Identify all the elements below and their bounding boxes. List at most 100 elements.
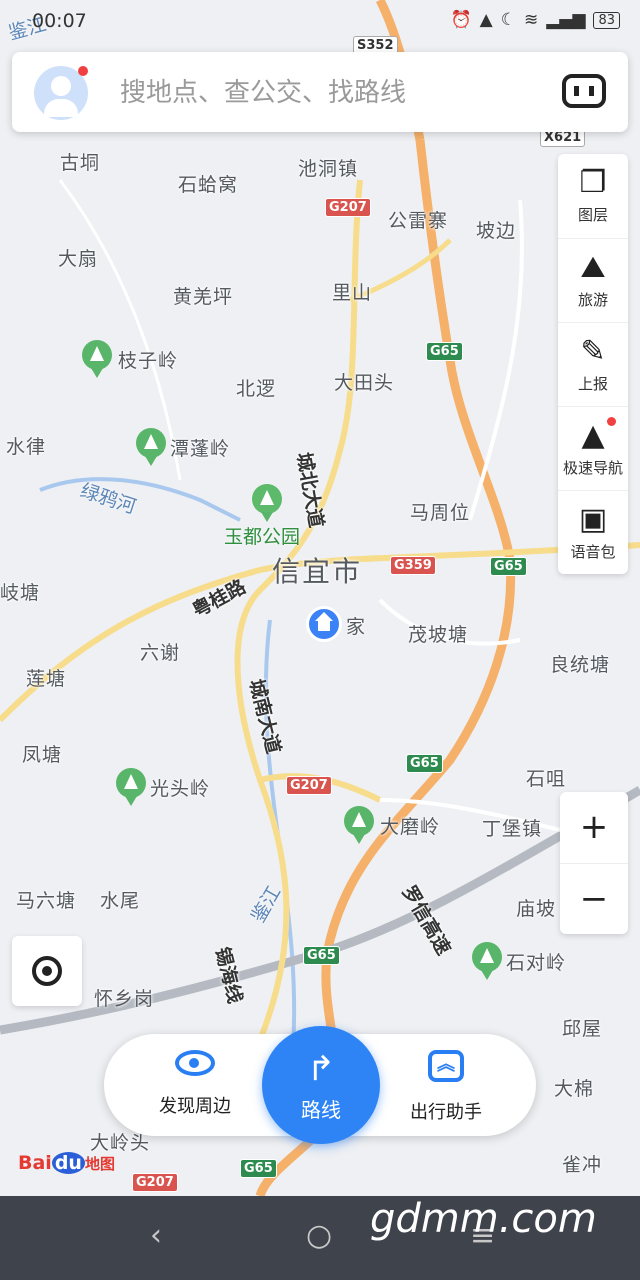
place-label[interactable]: 大棉 [554, 1074, 594, 1101]
place-label[interactable]: 石对岭 [506, 948, 566, 975]
notification-dot-icon [607, 417, 616, 426]
search-bar[interactable] [12, 52, 628, 132]
place-label[interactable]: 大田头 [334, 368, 394, 395]
home-icon[interactable]: ○ [306, 1218, 332, 1253]
logo-du: du [51, 1152, 85, 1174]
place-label[interactable]: 雀冲 [562, 1150, 602, 1177]
place-label[interactable]: 石蛤窝 [178, 170, 238, 197]
place-label[interactable]: 莲塘 [26, 664, 66, 691]
layers-icon: ❐ [579, 165, 607, 200]
logo-map: 地图 [84, 1155, 115, 1173]
road-shield: G65 [240, 1159, 277, 1178]
city-label[interactable]: 信宜市 [272, 550, 362, 590]
home-marker-icon[interactable] [306, 606, 342, 642]
poi-marker-icon[interactable] [82, 340, 112, 378]
search-input[interactable] [118, 70, 542, 116]
travel-assistant-button[interactable]: ︽ 出行助手 [396, 1050, 496, 1123]
status-bar: 00:07 ⏰ ▲ ☾ ≋ ▂▄▆ 83 [0, 0, 640, 44]
report-button[interactable]: ✎ 上报 [558, 322, 628, 407]
zoom-control: + − [560, 792, 628, 934]
place-label[interactable]: 凤塘 [22, 740, 62, 767]
road-shield: G65 [303, 946, 340, 965]
road-shield: G207 [325, 198, 371, 217]
poi-marker-icon[interactable] [116, 768, 146, 806]
alarm-icon: ⏰ [450, 10, 472, 30]
back-icon[interactable]: ‹ [150, 1218, 162, 1253]
place-label[interactable]: 邱屋 [562, 1014, 602, 1041]
zoom-in-button[interactable]: + [560, 792, 628, 862]
edit-icon: ✎ [580, 334, 606, 369]
notification-dot-icon [78, 66, 88, 76]
place-label[interactable]: 坡边 [476, 216, 516, 243]
place-label[interactable]: 茂坡塘 [408, 620, 468, 647]
discover-nearby-button[interactable]: 发现周边 [140, 1050, 250, 1122]
place-label[interactable]: 水尾 [100, 886, 140, 913]
voice-pack-label: 语音包 [570, 543, 616, 561]
voice-pack-icon: ▣ [578, 502, 608, 537]
logo-bai: Bai [18, 1152, 52, 1174]
place-label[interactable]: 怀乡岗 [94, 984, 154, 1011]
place-label[interactable]: 石咀 [526, 764, 566, 791]
poi-marker-icon[interactable] [472, 942, 502, 980]
watermark: gdmm.com [370, 1196, 597, 1242]
place-label[interactable]: 里山 [332, 278, 372, 305]
place-label[interactable]: 池洞镇 [298, 154, 358, 181]
road-shield: G65 [426, 342, 463, 361]
place-label[interactable]: 潭蓬岭 [170, 434, 230, 461]
locate-me-button[interactable] [12, 936, 82, 1006]
layers-button[interactable]: ❐ 图层 [558, 154, 628, 238]
place-label[interactable]: 大磨岭 [380, 812, 440, 839]
road-shield: G359 [390, 556, 436, 575]
place-label[interactable]: 水律 [6, 432, 46, 459]
signal-icon: ▂▄▆ [546, 10, 586, 30]
home-label[interactable]: 家 [346, 612, 366, 639]
poi-marker-icon[interactable] [344, 806, 374, 844]
travel-assistant-label: 出行助手 [410, 1102, 482, 1123]
place-label[interactable]: 马六塘 [16, 886, 76, 913]
voice-search-icon[interactable] [562, 74, 606, 108]
navigation-icon: ▲ [479, 10, 493, 30]
travel-label: 旅游 [577, 291, 608, 309]
place-label[interactable]: 良统塘 [550, 650, 610, 677]
zoom-out-button[interactable]: − [560, 863, 628, 934]
place-label[interactable]: 古垌 [60, 148, 100, 175]
place-label[interactable]: 北逻 [236, 374, 276, 401]
road-shield: G207 [132, 1173, 178, 1192]
place-label[interactable]: 马周位 [410, 498, 470, 525]
turn-right-icon: ↱ [306, 1049, 336, 1089]
map-canvas[interactable]: S352 G207 G65 G359 G65 G207 G65 G65 G207… [0, 0, 640, 1198]
park-marker-icon[interactable] [252, 484, 282, 522]
place-label[interactable]: 丁堡镇 [482, 814, 542, 841]
place-label[interactable]: 枝子岭 [118, 346, 178, 373]
travel-button[interactable]: ⛰ 旅游 [558, 238, 628, 323]
place-label[interactable]: 庙坡 [516, 894, 556, 921]
place-label[interactable]: 六谢 [140, 638, 180, 665]
moon-icon: ☾ [500, 10, 516, 30]
assistant-icon: ︽ [428, 1050, 464, 1082]
route-button[interactable]: ↱ 路线 [262, 1026, 380, 1144]
fast-navigation-label: 极速导航 [562, 459, 623, 477]
place-label[interactable]: 黄羌坪 [173, 282, 233, 309]
park-label[interactable]: 玉都公园 [224, 522, 300, 549]
road-shield: G65 [490, 557, 527, 576]
poi-marker-icon[interactable] [136, 428, 166, 466]
place-label[interactable]: 大扇 [58, 244, 98, 271]
road-shield: G65 [406, 754, 443, 773]
eye-icon [175, 1050, 215, 1076]
bottom-action-bar: 发现周边 ↱ 路线 ︽ 出行助手 [104, 1026, 536, 1144]
place-label[interactable]: 公雷寨 [388, 206, 448, 233]
status-time: 00:07 [32, 10, 87, 32]
place-label[interactable]: 岐塘 [0, 578, 40, 605]
map-tools-panel: ❐ 图层 ⛰ 旅游 ✎ 上报 ▲ 极速导航 ▣ 语音包 [558, 154, 628, 574]
report-label: 上报 [577, 375, 608, 393]
wifi-icon: ≋ [523, 10, 539, 30]
navigation-arrow-icon: ▲ [581, 418, 605, 453]
layers-label: 图层 [577, 206, 608, 224]
place-label[interactable]: 光头岭 [150, 774, 210, 801]
road-shield: G207 [286, 776, 332, 795]
fast-navigation-button[interactable]: ▲ 极速导航 [558, 406, 628, 491]
voice-pack-button[interactable]: ▣ 语音包 [558, 490, 628, 575]
battery-indicator: 83 [593, 11, 620, 29]
travel-icon: ⛰ [580, 250, 606, 285]
baidu-map-logo: Bai du 地图 [18, 1152, 115, 1174]
